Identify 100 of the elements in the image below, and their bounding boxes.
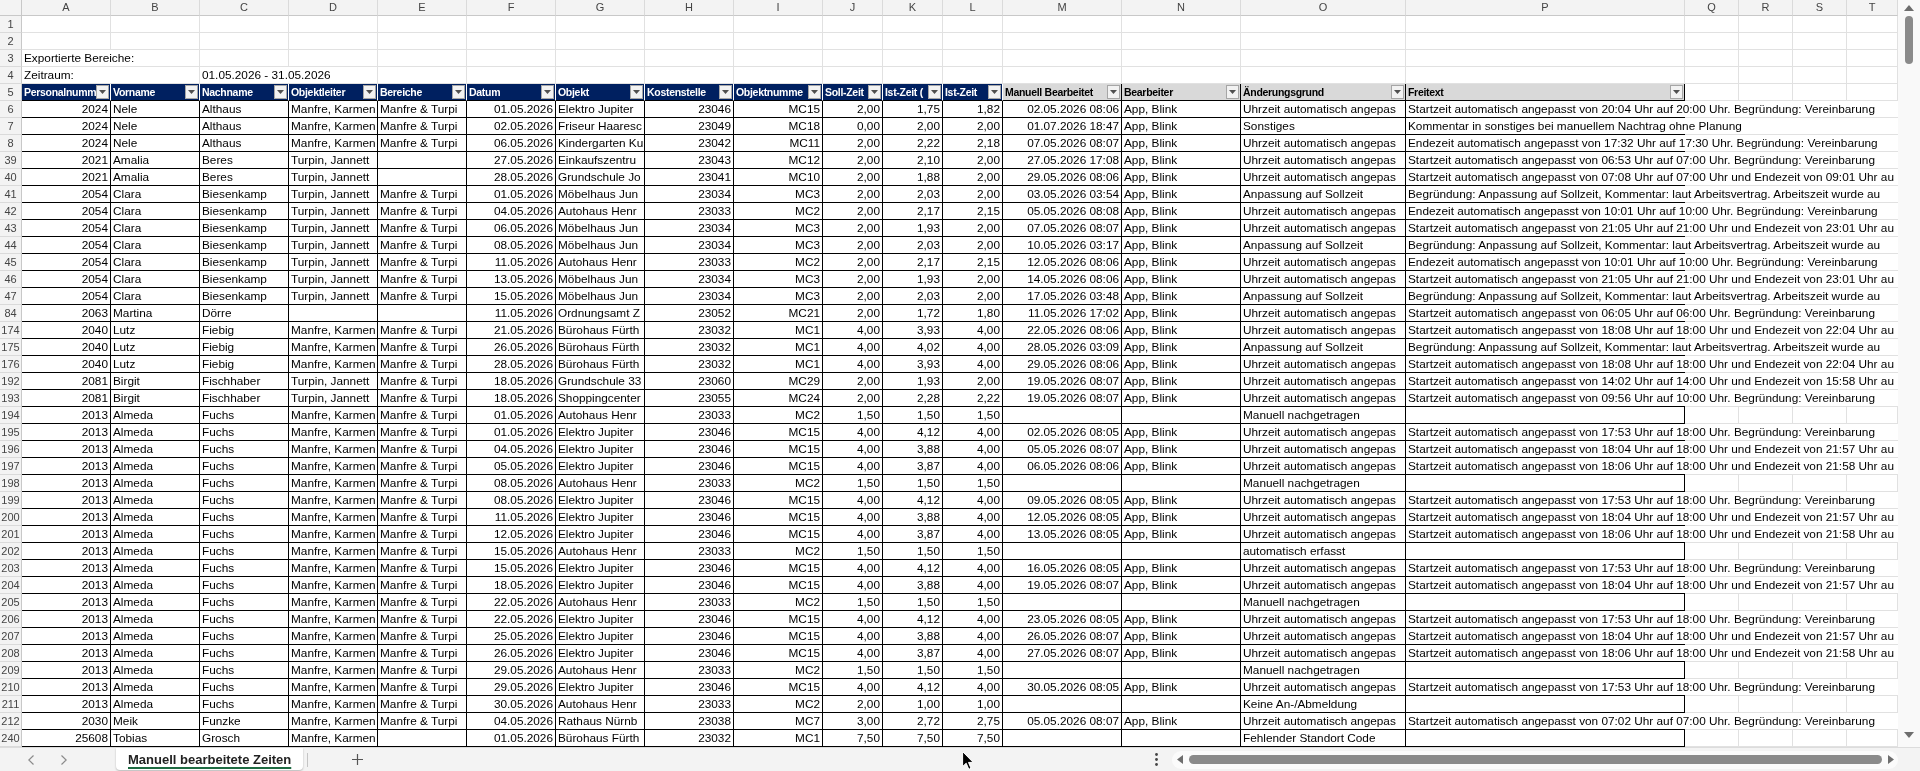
row-header[interactable]: 204 [0, 577, 22, 594]
filter-button[interactable] [928, 85, 941, 99]
row-header[interactable]: 203 [0, 560, 22, 577]
row-header[interactable]: 6 [0, 101, 22, 118]
row-header[interactable]: 7 [0, 118, 22, 135]
table-cell-text: Fuchs [201, 696, 236, 713]
filter-button[interactable] [1226, 85, 1239, 99]
column-header[interactable]: N [1122, 0, 1241, 16]
filter-button[interactable] [1670, 85, 1683, 99]
table-cell-text: Clara [112, 271, 143, 288]
filter-button[interactable] [1391, 85, 1404, 99]
row-header[interactable]: 3 [0, 50, 22, 67]
row-header[interactable]: 209 [0, 662, 22, 679]
row-header[interactable]: 202 [0, 543, 22, 560]
row-header[interactable]: 194 [0, 407, 22, 424]
column-header[interactable]: S [1793, 0, 1847, 16]
row-header[interactable]: 5 [0, 84, 22, 101]
row-header[interactable]: 240 [0, 730, 22, 747]
row-header[interactable]: 205 [0, 594, 22, 611]
column-header[interactable]: R [1739, 0, 1793, 16]
column-header[interactable]: C [200, 0, 289, 16]
filter-button[interactable] [808, 85, 821, 99]
column-header[interactable]: G [556, 0, 645, 16]
row-header[interactable]: 211 [0, 696, 22, 713]
column-header[interactable]: Q [1685, 0, 1739, 16]
row-header[interactable]: 4 [0, 67, 22, 84]
row-header[interactable]: 200 [0, 509, 22, 526]
chevron-right-icon[interactable] [61, 754, 67, 765]
row-header[interactable]: 39 [0, 152, 22, 169]
triangle-left-icon[interactable] [1177, 755, 1183, 764]
row-header[interactable]: 45 [0, 254, 22, 271]
table-cell-text: Amalia [112, 152, 151, 169]
scrollbar-thumb[interactable] [1905, 16, 1913, 64]
column-header[interactable]: J [823, 0, 883, 16]
filter-button[interactable] [719, 85, 732, 99]
triangle-up-icon[interactable] [1904, 5, 1914, 11]
column-header[interactable]: I [734, 0, 823, 16]
chevron-left-icon[interactable] [28, 754, 34, 765]
row-header[interactable]: 41 [0, 186, 22, 203]
filter-button[interactable] [541, 85, 554, 99]
row-header[interactable]: 2 [0, 33, 22, 50]
table-cell-text: MC15 [787, 458, 821, 475]
vertical-scrollbar[interactable] [1898, 0, 1920, 747]
row-header[interactable]: 201 [0, 526, 22, 543]
column-header[interactable]: F [467, 0, 556, 16]
filter-button[interactable] [452, 85, 465, 99]
row-header[interactable]: 196 [0, 441, 22, 458]
table-cell-text: Elektro Jupiter [557, 645, 635, 662]
row-header[interactable]: 43 [0, 220, 22, 237]
row-header[interactable]: 44 [0, 237, 22, 254]
column-header[interactable]: B [111, 0, 200, 16]
row-header[interactable]: 195 [0, 424, 22, 441]
table-cell: Startzeit automatisch angepasst von 07:08 Uhr auf 07:00 Uhr und Endezeit von 09:01 Uhr au [1406, 169, 1898, 186]
row-header[interactable]: 46 [0, 271, 22, 288]
filter-button[interactable] [185, 85, 198, 99]
column-header[interactable]: O [1241, 0, 1406, 16]
row-header[interactable]: 176 [0, 356, 22, 373]
vertical-dots-icon[interactable] [1155, 753, 1158, 766]
row-header[interactable]: 47 [0, 288, 22, 305]
filter-button[interactable] [630, 85, 643, 99]
row-header[interactable]: 198 [0, 475, 22, 492]
filter-button[interactable] [868, 85, 881, 99]
row-header[interactable]: 210 [0, 679, 22, 696]
column-header[interactable]: T [1847, 0, 1898, 16]
table-cell-text: 23034 [697, 186, 732, 203]
row-header[interactable]: 199 [0, 492, 22, 509]
column-header[interactable]: A [22, 0, 111, 16]
row-header[interactable]: 208 [0, 645, 22, 662]
horizontal-scrollbar[interactable] [1172, 750, 1898, 769]
column-header[interactable]: M [1003, 0, 1122, 16]
row-header[interactable]: 84 [0, 305, 22, 322]
column-header[interactable]: P [1406, 0, 1685, 16]
row-header[interactable]: 212 [0, 713, 22, 730]
row-header[interactable]: 40 [0, 169, 22, 186]
column-header[interactable]: E [378, 0, 467, 16]
row-header[interactable]: 192 [0, 373, 22, 390]
row-header[interactable]: 42 [0, 203, 22, 220]
column-header[interactable]: L [943, 0, 1003, 16]
row-header[interactable]: 175 [0, 339, 22, 356]
column-title: Personalnumm [24, 84, 97, 100]
triangle-down-icon[interactable] [1904, 732, 1914, 738]
filter-button[interactable] [988, 85, 1001, 99]
row-header[interactable]: 207 [0, 628, 22, 645]
scrollbar-thumb[interactable] [1189, 755, 1882, 764]
row-header[interactable]: 8 [0, 135, 22, 152]
column-header[interactable]: D [289, 0, 378, 16]
row-header[interactable]: 1 [0, 16, 22, 33]
filter-button[interactable] [1107, 85, 1120, 99]
plus-icon[interactable] [352, 754, 364, 765]
row-header[interactable]: 206 [0, 611, 22, 628]
triangle-right-icon[interactable] [1888, 755, 1894, 764]
filter-button[interactable] [274, 85, 287, 99]
row-header[interactable]: 193 [0, 390, 22, 407]
row-header[interactable]: 174 [0, 322, 22, 339]
row-header[interactable]: 197 [0, 458, 22, 475]
filter-button[interactable] [96, 85, 110, 99]
column-header[interactable]: K [883, 0, 943, 16]
sheet-tab[interactable]: Manuell bearbeitete Zeiten [116, 748, 304, 770]
column-header[interactable]: H [645, 0, 734, 16]
filter-button[interactable] [363, 85, 376, 99]
